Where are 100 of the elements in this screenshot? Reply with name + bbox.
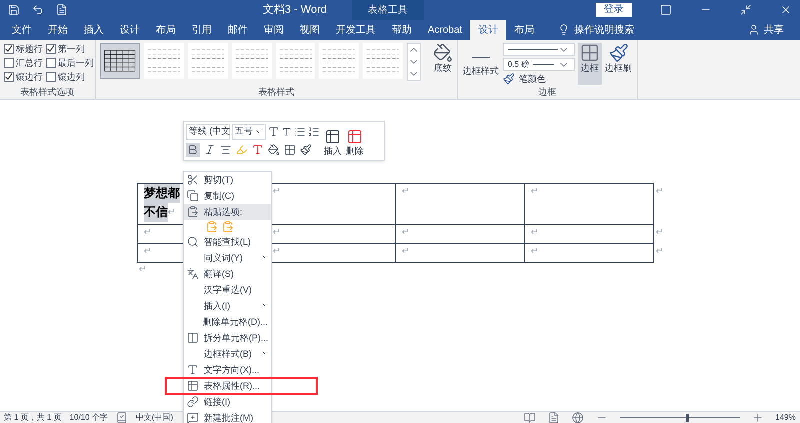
delete-button[interactable]: 删除 — [346, 124, 364, 158]
menu-item-label: 边框样式(B) — [204, 349, 252, 359]
menu-item[interactable]: 拆分单元格(P)... — [184, 330, 271, 346]
menu-item-label: 插入(I) — [204, 301, 230, 311]
ribbon-tab[interactable]: 设计 — [470, 20, 506, 40]
table-style-thumbnail[interactable] — [319, 43, 360, 79]
menu-item[interactable]: 表格属性(R)... — [184, 378, 271, 394]
undo-icon — [32, 4, 44, 16]
menu-item[interactable]: 删除单元格(D)... — [184, 314, 271, 330]
borders-icon — [284, 144, 296, 156]
menu-item-label: 翻译(S) — [204, 269, 234, 279]
menu-item[interactable]: 汉字重选(V) — [184, 282, 271, 298]
menu-item[interactable]: 同义词(Y) — [184, 250, 271, 266]
checkbox-option[interactable]: 镶边列 — [46, 71, 96, 83]
menu-item-label: 拆分单元格(P)... — [204, 333, 268, 343]
menu-item-icon — [187, 174, 199, 186]
pen-color-button[interactable]: 笔颜色 — [503, 73, 575, 85]
table-style-thumbnail[interactable] — [144, 43, 184, 79]
gallery-scroll[interactable] — [407, 43, 422, 81]
paragraph-mark: ↵ — [144, 246, 152, 256]
share-button[interactable]: 共享 — [764, 22, 784, 38]
table-style-thumbnail[interactable] — [188, 43, 228, 79]
highlighted-text: 不信 — [144, 203, 168, 222]
menu-item-label: 剪切(T) — [204, 175, 234, 185]
menu-item[interactable]: 边框样式(B) — [184, 346, 271, 362]
font-dropdown[interactable]: 等线 (中文 — [186, 124, 230, 140]
ribbon-tab[interactable]: 审阅 — [256, 20, 292, 40]
borders-button[interactable]: 边框 — [578, 43, 602, 85]
table-style-thumbnail[interactable] — [232, 43, 272, 79]
checkbox-option[interactable]: 标题行 — [4, 43, 46, 55]
table-style-thumbnail[interactable] — [276, 43, 316, 79]
menu-item-label: 粘贴选项: — [204, 207, 243, 217]
zoom-slider[interactable] — [620, 414, 740, 422]
table-style-thumbnail[interactable] — [363, 43, 404, 79]
proofing-icon — [116, 412, 128, 423]
group-label: 边框 — [538, 87, 558, 98]
ribbon-tab[interactable]: 开发工具 — [328, 20, 384, 40]
paragraph-mark: ↵ — [531, 227, 539, 237]
menu-item[interactable]: 文字方向(X)... — [184, 362, 271, 378]
ribbon-tab[interactable]: 帮助 — [384, 20, 420, 40]
paragraph-mark: ↵ — [168, 206, 176, 219]
menu-item[interactable]: 插入(I) — [184, 298, 271, 314]
numbering-icon — [308, 126, 320, 138]
print-layout-icon — [548, 412, 560, 423]
font-size-dropdown[interactable]: 五号 — [232, 124, 266, 140]
ribbon-tab[interactable]: 设计 — [112, 20, 148, 40]
menu-item[interactable]: 剪切(T) — [184, 172, 271, 188]
paragraph-mark: ↵ — [402, 246, 410, 256]
checkbox-option[interactable]: 最后一列 — [46, 57, 96, 69]
ribbon-display-icon — [660, 4, 672, 16]
language: 中文(中国) — [136, 412, 174, 423]
grid-icon — [580, 43, 600, 63]
ribbon-tab[interactable]: Acrobat — [420, 20, 470, 40]
menu-item-icon — [187, 412, 199, 423]
menu-item-icon — [187, 236, 199, 248]
table-style-thumbnail[interactable] — [100, 43, 140, 79]
checkbox-option[interactable]: 第一列 — [46, 43, 96, 55]
menu-item-icon — [187, 190, 199, 202]
lightbulb-icon — [558, 24, 570, 36]
ribbon-tab[interactable]: 插入 — [76, 20, 112, 40]
menu-item-icon — [187, 332, 199, 344]
menu-item[interactable]: 复制(C) — [184, 188, 271, 204]
line-sample-icon — [472, 57, 490, 58]
menu-item-label: 新建批注(M) — [204, 413, 254, 423]
shading-button[interactable]: 底纹 — [433, 43, 454, 74]
ribbon-tab[interactable]: 视图 — [292, 20, 328, 40]
tell-me-search[interactable]: 操作说明搜索 — [574, 22, 634, 38]
ribbon-tab[interactable]: 邮件 — [220, 20, 256, 40]
login-button[interactable]: 登录 — [596, 3, 632, 17]
paragraph-mark: ↵ — [273, 227, 281, 237]
row-end-mark: ↵ — [656, 226, 664, 236]
zoom-thumb[interactable] — [686, 414, 689, 422]
brush-icon — [608, 43, 628, 63]
row-end-mark: ↵ — [656, 246, 664, 256]
ribbon-tab[interactable]: 开始 — [40, 20, 76, 40]
grow-font-icon — [268, 126, 280, 138]
ribbon-tab[interactable]: 文件 — [4, 20, 40, 40]
ribbon-tab[interactable]: 布局 — [148, 20, 184, 40]
ribbon-tab[interactable]: 引用 — [184, 20, 220, 40]
menu-item-label: 链接(I) — [204, 397, 230, 407]
border-styles-button[interactable]: 边框样式 — [462, 43, 500, 77]
zoom-level: 149% — [776, 412, 796, 423]
highlighted-text: 梦想都 — [144, 184, 180, 203]
word-count: 10/10 个字 — [70, 412, 108, 423]
menu-item[interactable]: 智能查找(L) — [184, 234, 271, 250]
line-style-dropdown[interactable] — [503, 43, 575, 56]
menu-item[interactable]: 链接(I) — [184, 394, 271, 410]
menu-item[interactable]: 新建批注(M) — [184, 410, 271, 423]
border-painter-button[interactable]: 边框刷 — [605, 43, 632, 74]
checkbox-option[interactable]: 汇总行 — [4, 57, 46, 69]
checkbox-option[interactable]: 镶边行 — [4, 71, 46, 83]
menu-item[interactable]: 翻译(S) — [184, 266, 271, 282]
insert-button[interactable]: 插入 — [324, 124, 342, 158]
bold-button[interactable] — [186, 142, 200, 156]
menu-item[interactable]: 粘贴选项: — [184, 204, 271, 220]
save-icon — [8, 4, 20, 16]
ribbon-tab[interactable]: 布局 — [506, 20, 542, 40]
page-count: 第 1 页，共 1 页 — [4, 412, 62, 423]
context-tab-header: 表格工具 — [352, 0, 424, 20]
line-weight-dropdown[interactable]: 0.5 磅 — [503, 58, 575, 71]
